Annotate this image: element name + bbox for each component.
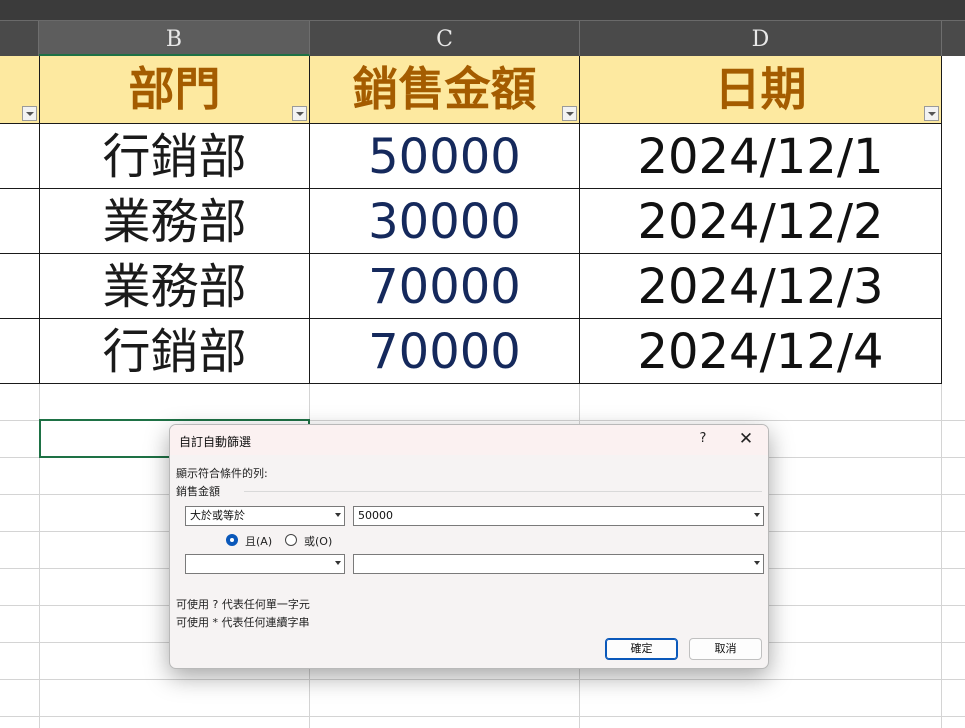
cell-department[interactable]: 行銷部 xyxy=(40,319,310,384)
header-cell-department[interactable]: 部門 xyxy=(40,56,310,124)
operator2-select[interactable] xyxy=(185,554,345,574)
operator1-value: 大於或等於 xyxy=(190,509,245,522)
value2-combobox[interactable] xyxy=(353,554,764,574)
gridline xyxy=(0,716,965,717)
filter-active-icon[interactable] xyxy=(562,106,577,121)
value1-combobox[interactable]: 50000 xyxy=(353,506,764,526)
header-cell-sales-amount[interactable]: 銷售金額 xyxy=(310,56,580,124)
cell-a3[interactable] xyxy=(0,254,40,319)
help-icon[interactable]: ? xyxy=(695,431,711,446)
group-separator xyxy=(244,491,762,492)
value1-text: 50000 xyxy=(358,509,393,522)
chevron-down-icon xyxy=(754,513,760,517)
cell-department[interactable]: 業務部 xyxy=(40,189,310,254)
gridline xyxy=(0,679,965,680)
cell-amount[interactable]: 50000 xyxy=(310,124,580,189)
or-radio-label[interactable]: 或(O) xyxy=(304,533,332,549)
cell-date[interactable]: 2024/12/3 xyxy=(580,254,942,319)
custom-autofilter-dialog: 自訂自動篩選 ? ✕ 顯示符合條件的列: 銷售金額 大於或等於 50000 且(… xyxy=(169,424,769,669)
cell-amount[interactable]: 70000 xyxy=(310,254,580,319)
dialog-title-bar[interactable]: 自訂自動篩選 ? ✕ xyxy=(170,425,768,455)
cell-date[interactable]: 2024/12/2 xyxy=(580,189,942,254)
header-cell-date[interactable]: 日期 xyxy=(580,56,942,124)
cell-a2[interactable] xyxy=(0,189,40,254)
column-header-a[interactable] xyxy=(0,21,39,56)
filter-dropdown-icon[interactable] xyxy=(292,106,307,121)
cell-a1[interactable] xyxy=(0,124,40,189)
wildcard-hint-multi: 可使用 * 代表任何連續字串 xyxy=(176,616,310,629)
and-radio-label[interactable]: 且(A) xyxy=(245,533,272,549)
chevron-down-icon xyxy=(754,561,760,565)
filter-dropdown-icon[interactable] xyxy=(924,106,939,121)
cell-date[interactable]: 2024/12/4 xyxy=(580,319,942,384)
wildcard-hint-single: 可使用 ? 代表任何單一字元 xyxy=(176,598,310,611)
ok-button[interactable]: 確定 xyxy=(605,638,678,660)
close-icon[interactable]: ✕ xyxy=(737,429,755,449)
chevron-down-icon xyxy=(335,561,341,565)
cell-department[interactable]: 行銷部 xyxy=(40,124,310,189)
cell-date[interactable]: 2024/12/1 xyxy=(580,124,942,189)
column-header-c[interactable]: C xyxy=(310,21,580,56)
and-radio[interactable] xyxy=(226,534,238,546)
cell-department[interactable]: 業務部 xyxy=(40,254,310,319)
show-rows-label: 顯示符合條件的列: xyxy=(176,467,268,480)
gridline xyxy=(941,383,942,728)
cancel-button[interactable]: 取消 xyxy=(689,638,762,660)
cell-a4[interactable] xyxy=(0,319,40,384)
ribbon-edge xyxy=(0,0,965,21)
column-header-d[interactable]: D xyxy=(580,21,942,56)
column-header-b[interactable]: B xyxy=(39,21,310,56)
or-radio[interactable] xyxy=(285,534,297,546)
filter-dropdown-icon[interactable] xyxy=(22,106,37,121)
column-header-e[interactable] xyxy=(942,21,965,56)
field-name-label: 銷售金額 xyxy=(176,485,220,498)
dialog-title: 自訂自動篩選 xyxy=(179,435,252,449)
chevron-down-icon xyxy=(335,513,341,517)
cell-amount[interactable]: 30000 xyxy=(310,189,580,254)
operator1-select[interactable]: 大於或等於 xyxy=(185,506,345,526)
cell-amount[interactable]: 70000 xyxy=(310,319,580,384)
